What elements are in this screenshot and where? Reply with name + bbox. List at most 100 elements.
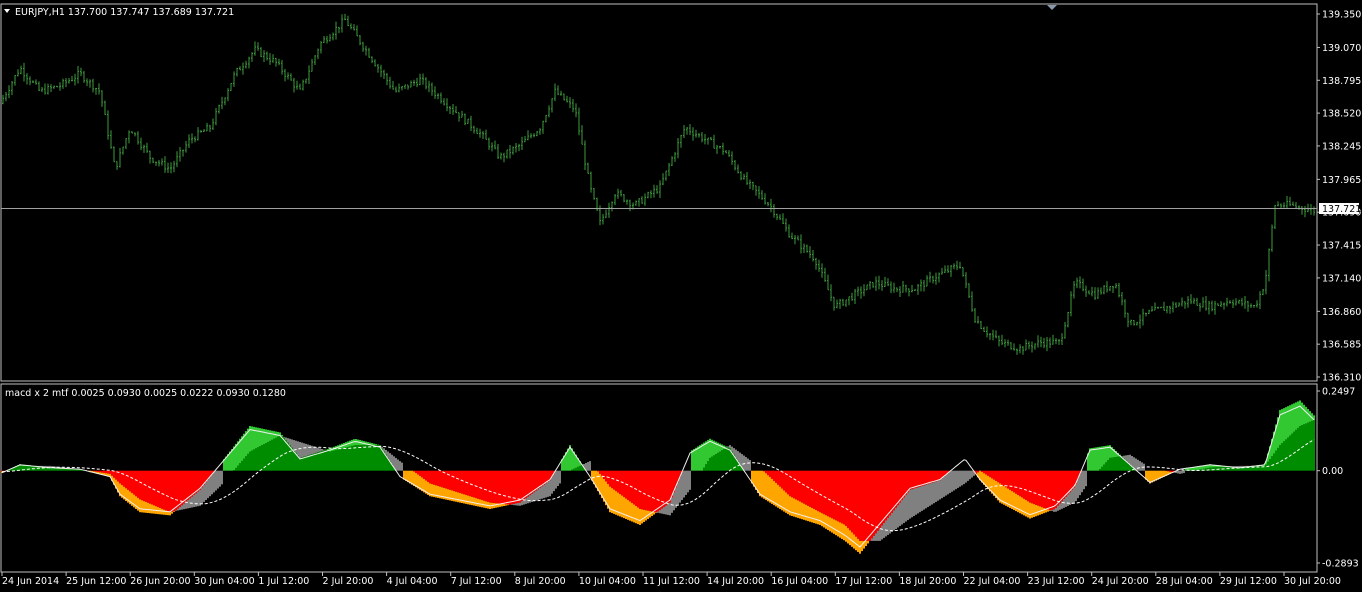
macd-bar	[857, 470, 859, 552]
macd-bar	[671, 470, 673, 513]
macd-bar	[933, 470, 935, 504]
macd-bar	[475, 470, 477, 507]
macd-bar	[1291, 404, 1293, 471]
macd-bar	[129, 470, 131, 505]
macd-bar	[45, 465, 47, 471]
macd-bar	[937, 470, 939, 501]
macd-bar	[167, 470, 169, 516]
macd-bar	[131, 470, 133, 506]
macd-bar	[685, 470, 687, 495]
macd-bar	[639, 470, 641, 525]
macd-bar	[1019, 470, 1021, 514]
macd-bar	[729, 445, 731, 471]
macd-bar	[667, 470, 669, 515]
macd-bar	[161, 470, 163, 515]
macd-bar	[1129, 454, 1131, 471]
macd-bar	[137, 470, 139, 511]
macd-bar	[1309, 411, 1311, 471]
macd-bar	[319, 448, 321, 471]
macd-bar	[665, 470, 667, 515]
macd-bar	[623, 470, 625, 519]
time-tick-label: 14 Jul 20:00	[707, 576, 764, 587]
macd-bar	[861, 470, 863, 552]
macd-bar	[893, 470, 895, 531]
macd-bar	[925, 470, 927, 509]
macd-bar	[869, 470, 871, 541]
macd-bar	[1183, 470, 1185, 474]
macd-bar	[681, 470, 683, 501]
macd-bar	[181, 470, 183, 510]
macd-bar	[775, 470, 777, 507]
macd-bar	[953, 470, 955, 491]
macd-bar	[261, 428, 263, 471]
macd-bar	[589, 461, 591, 471]
macd-bar	[1025, 470, 1027, 517]
macd-bar	[503, 470, 505, 507]
macd-bar	[423, 470, 425, 493]
macd-bar	[819, 470, 821, 525]
macd-bar	[343, 442, 345, 471]
time-tick-label: 28 Jul 04:00	[1156, 576, 1213, 587]
macd-bar	[641, 470, 643, 524]
macd-bar	[1081, 470, 1083, 493]
price-tick-label: 137.140	[1322, 273, 1361, 284]
macd-bar	[761, 470, 763, 498]
macd-bar	[555, 470, 557, 489]
macd-bar	[717, 442, 719, 471]
macd-bar	[709, 438, 711, 471]
price-tick-label: 136.860	[1322, 307, 1361, 318]
trading-chart[interactable]: EURJPY,H1 137.700 137.747 137.689 137.72…	[0, 0, 1362, 592]
macd-bar	[135, 470, 137, 509]
macd-bar	[413, 470, 415, 487]
macd-bar	[1031, 470, 1033, 518]
macd-bar	[363, 441, 365, 471]
macd-bar	[949, 470, 951, 494]
macd-bar	[1311, 413, 1313, 471]
macd-bar	[461, 470, 463, 504]
macd-bar	[877, 470, 879, 541]
macd-bar	[767, 470, 769, 502]
macd-bar	[1101, 446, 1103, 471]
macd-bar	[355, 439, 357, 471]
macd-bar	[1057, 470, 1059, 511]
macd-bar	[269, 430, 271, 471]
macd-bar	[811, 470, 813, 523]
macd-bar	[809, 470, 811, 522]
macd-bar	[191, 470, 193, 508]
time-tick-label: 22 Jul 04:00	[964, 576, 1021, 587]
macd-bar	[805, 470, 807, 521]
macd-bar	[1109, 445, 1111, 471]
macd-bar	[533, 470, 535, 502]
macd-bar	[501, 470, 503, 507]
macd-bar	[891, 470, 893, 532]
macd-bar	[349, 440, 351, 471]
macd-bar	[701, 443, 703, 471]
macd-bar	[921, 470, 923, 511]
macd-bar	[1299, 400, 1301, 471]
macd-bar	[365, 441, 367, 471]
macd-bar	[905, 470, 907, 522]
macd-bar	[1123, 455, 1125, 471]
macd-bar	[1029, 470, 1031, 519]
macd-bar	[1293, 403, 1295, 471]
macd-bar	[151, 470, 153, 514]
current-price-label: 137.721	[1322, 204, 1361, 215]
macd-bar	[707, 440, 709, 471]
macd-bar	[675, 470, 677, 508]
macd-bar	[1039, 470, 1041, 515]
macd-bar	[927, 470, 929, 508]
macd-bar	[141, 470, 143, 513]
macd-bar	[689, 470, 691, 490]
macd-bar	[245, 431, 247, 471]
macd-bar	[171, 470, 173, 514]
macd-bar	[587, 462, 589, 471]
macd-bar	[1015, 470, 1017, 512]
macd-bar	[313, 446, 315, 471]
macd-bar	[257, 427, 259, 471]
macd-bar	[185, 470, 187, 509]
macd-bar	[693, 448, 695, 471]
macd-bar	[803, 470, 805, 520]
macd-bar	[801, 470, 803, 520]
time-tick-label: 1 Jul 12:00	[258, 576, 309, 587]
macd-bar	[221, 470, 223, 485]
